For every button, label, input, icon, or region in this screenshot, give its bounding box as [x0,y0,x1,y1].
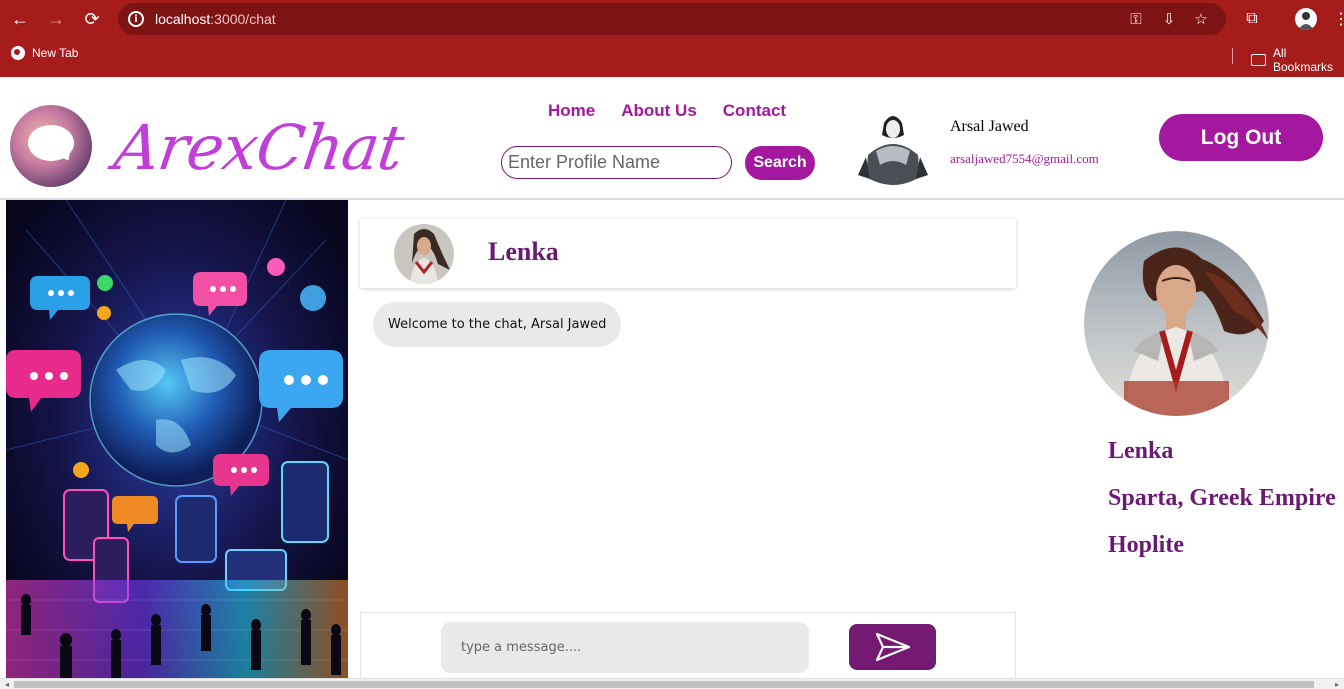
scroll-right-icon[interactable]: ▸ [1332,680,1342,689]
message-input[interactable] [441,622,809,673]
logout-button[interactable]: Log Out [1159,114,1323,161]
profile-search-input[interactable] [501,146,732,179]
message-composer [360,612,1016,678]
decorative-artwork [6,200,348,678]
search-button[interactable]: Search [745,146,815,180]
horizontal-scrollbar[interactable]: ◂ ▸ [0,678,1344,689]
extensions-icon[interactable]: ⧉ [1241,8,1263,30]
chat-bubble-icon [28,125,74,161]
send-button[interactable] [849,624,936,670]
user-avatar[interactable] [848,105,938,195]
bookmark-new-tab[interactable]: New Tab [11,46,78,60]
profile-role: Hoplite [1108,532,1184,558]
scrollbar-thumb[interactable] [14,681,1314,688]
contact-avatar[interactable] [394,224,454,284]
message-bubble: Welcome to the chat, Arsal Jawed [373,302,622,347]
bookmarks-bar: New Tab All Bookmarks [0,42,1344,74]
user-name: Arsal Jawed [950,118,1029,135]
send-icon [875,632,910,662]
back-icon[interactable]: ← [8,7,32,31]
app-header: ArexChat Home About Us Contact Search Ar… [0,77,1344,200]
menu-icon[interactable]: ⋮ [1330,8,1344,30]
address-bar[interactable]: i localhost:3000/chat ⚿ ⇩ ☆ [118,3,1226,35]
profile-location: Sparta, Greek Empire [1108,485,1336,511]
bookmarks-divider [1232,48,1233,64]
chat-contact-name: Lenka [488,237,559,266]
logo-icon[interactable] [10,105,92,187]
bookmark-label: All Bookmarks [1272,46,1333,74]
browser-profile-avatar[interactable] [1295,8,1317,30]
main-nav: Home About Us Contact [548,101,786,121]
nav-about[interactable]: About Us [621,101,697,121]
globe-icon [11,46,25,60]
profile-name: Lenka [1108,438,1174,464]
reload-icon[interactable]: ⟳ [80,7,104,31]
chat-header: Lenka [360,219,1016,288]
profile-picture [1084,231,1269,416]
key-icon[interactable]: ⚿ [1127,10,1145,28]
bookmark-all[interactable]: All Bookmarks [1251,46,1344,74]
browser-chrome: ← → ⟳ i localhost:3000/chat ⚿ ⇩ ☆ ⧉ ⋮ Ne… [0,0,1344,77]
bookmark-star-icon[interactable]: ☆ [1192,10,1210,28]
nav-contact[interactable]: Contact [723,101,786,121]
forward-icon[interactable]: → [44,7,68,31]
site-info-icon[interactable]: i [128,11,144,27]
browser-toolbar: ← → ⟳ i localhost:3000/chat ⚿ ⇩ ☆ ⧉ ⋮ [0,0,1344,38]
scroll-left-icon[interactable]: ◂ [2,680,12,689]
bookmark-label: New Tab [32,46,79,60]
user-email: arsaljawed7554@gmail.com [950,151,1099,166]
url-text[interactable]: localhost:3000/chat [155,11,276,27]
url-host: localhost [155,11,211,27]
nav-home[interactable]: Home [548,101,595,121]
install-app-icon[interactable]: ⇩ [1160,10,1178,28]
brand-name: ArexChat [109,111,408,184]
folder-icon [1251,54,1266,66]
url-path: :3000/chat [210,11,276,27]
